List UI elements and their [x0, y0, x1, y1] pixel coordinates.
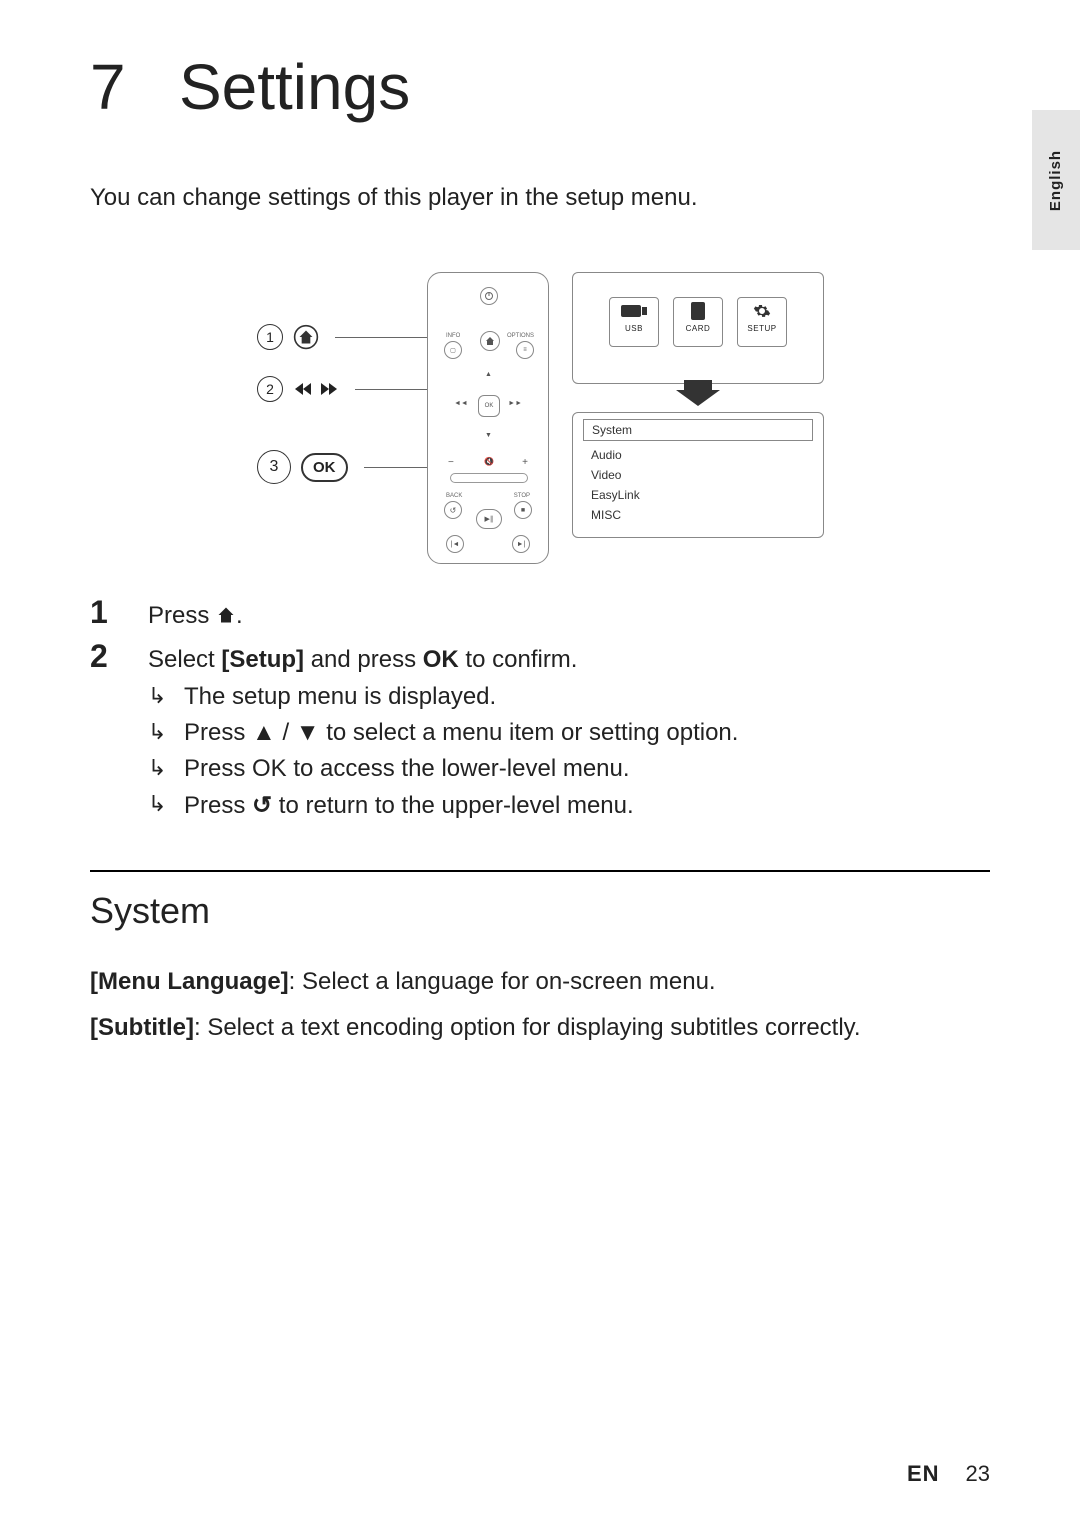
result-arrow-icon: ↳ [148, 791, 184, 820]
remote-back-label: BACK [446, 493, 462, 499]
left-arrow-icon: ◄◄ [454, 400, 468, 407]
remote-info-label: INFO [446, 333, 460, 339]
page-footer: EN 23 [907, 1461, 990, 1487]
section-divider [90, 870, 990, 872]
home-icon [293, 324, 319, 350]
return-icon: ↺ [252, 792, 272, 819]
remote-diagram: 1 2 3 OK [90, 272, 990, 564]
right-arrow-icon: ►► [508, 400, 522, 407]
step-1-text: Press . [148, 602, 990, 632]
usb-icon [610, 298, 658, 324]
result-arrow-icon: ↳ [148, 755, 184, 783]
chapter-heading: 7 Settings [90, 50, 990, 124]
footer-page-number: 23 [966, 1461, 990, 1487]
result-arrow-icon: ↳ [148, 683, 184, 711]
menu-item-misc: MISC [573, 505, 823, 525]
next-track-icon: ►| [512, 535, 530, 553]
step-2-sub-4: Press ↺ to return to the upper-level men… [184, 791, 990, 820]
prev-track-icon: |◄ [446, 535, 464, 553]
menu-item-easylink: EasyLink [573, 485, 823, 505]
usb-tile-label: USB [610, 324, 658, 333]
arrow-down-icon [676, 390, 720, 406]
stop-button-icon: ■ [514, 501, 532, 519]
step-number-1: 1 [90, 594, 148, 631]
intro-paragraph: You can change settings of this player i… [90, 184, 990, 212]
setup-tile-label: SETUP [738, 324, 786, 333]
minus-icon: − [448, 457, 454, 468]
card-icon [674, 298, 722, 324]
subtitle-definition: [Subtitle]: Select a text encoding optio… [90, 1012, 990, 1044]
step-number-2: 2 [90, 638, 148, 675]
plus-icon: + [522, 457, 528, 468]
back-button-icon: ↺ [444, 501, 462, 519]
chapter-title: Settings [179, 51, 410, 123]
menu-language-definition: [Menu Language]: Select a language for o… [90, 966, 990, 998]
step-2-sub-1: The setup menu is displayed. [184, 683, 990, 711]
step-2-sub-3: Press OK to access the lower-level menu. [184, 755, 990, 783]
chapter-number: 7 [90, 51, 126, 123]
remote-options-label: OPTIONS [507, 333, 534, 339]
up-arrow-icon: ▲ [485, 371, 492, 378]
remote-outline: INFO ▢ OPTIONS ≡ OK ▲ ▼ ◄◄ ►► − 🔇 + [427, 272, 549, 564]
step-2-sub-2: Press ▲ / ▼ to select a menu item or set… [184, 719, 990, 747]
language-side-label: English [1048, 149, 1065, 210]
up-triangle-icon: ▲ [252, 719, 276, 746]
down-arrow-icon: ▼ [485, 432, 492, 439]
info-button-icon: ▢ [444, 341, 462, 359]
footer-lang: EN [907, 1461, 940, 1487]
mute-icon: 🔇 [484, 457, 494, 466]
menu-item-video: Video [573, 465, 823, 485]
callout-2: 2 [257, 376, 283, 402]
result-arrow-icon: ↳ [148, 719, 184, 747]
language-side-tab: English [1032, 110, 1080, 250]
callout-1: 1 [257, 324, 283, 350]
seek-icons [293, 379, 339, 399]
setup-menu-screen: System Audio Video EasyLink MISC [572, 412, 824, 538]
options-button-icon: ≡ [516, 341, 534, 359]
source-screen: USB CARD SETUP [572, 272, 824, 384]
home-button-icon [480, 331, 500, 351]
callout-3: 3 [257, 450, 291, 484]
menu-item-system: System [583, 419, 813, 441]
remote-stop-label: STOP [514, 493, 530, 499]
steps-list: 1 Press . 2 Select [Setup] and press OK … [90, 594, 990, 820]
section-heading-system: System [90, 890, 990, 932]
ok-label: OK [301, 453, 348, 482]
card-tile-label: CARD [674, 324, 722, 333]
home-icon [216, 604, 236, 632]
menu-item-audio: Audio [573, 445, 823, 465]
down-triangle-icon: ▼ [296, 719, 320, 746]
remote-ok-button: OK [478, 395, 500, 417]
step-2-text: Select [Setup] and press OK to confirm. [148, 646, 990, 674]
play-pause-icon: ▶∥ [476, 509, 502, 529]
power-icon [480, 287, 498, 305]
setup-gear-icon [738, 298, 786, 324]
